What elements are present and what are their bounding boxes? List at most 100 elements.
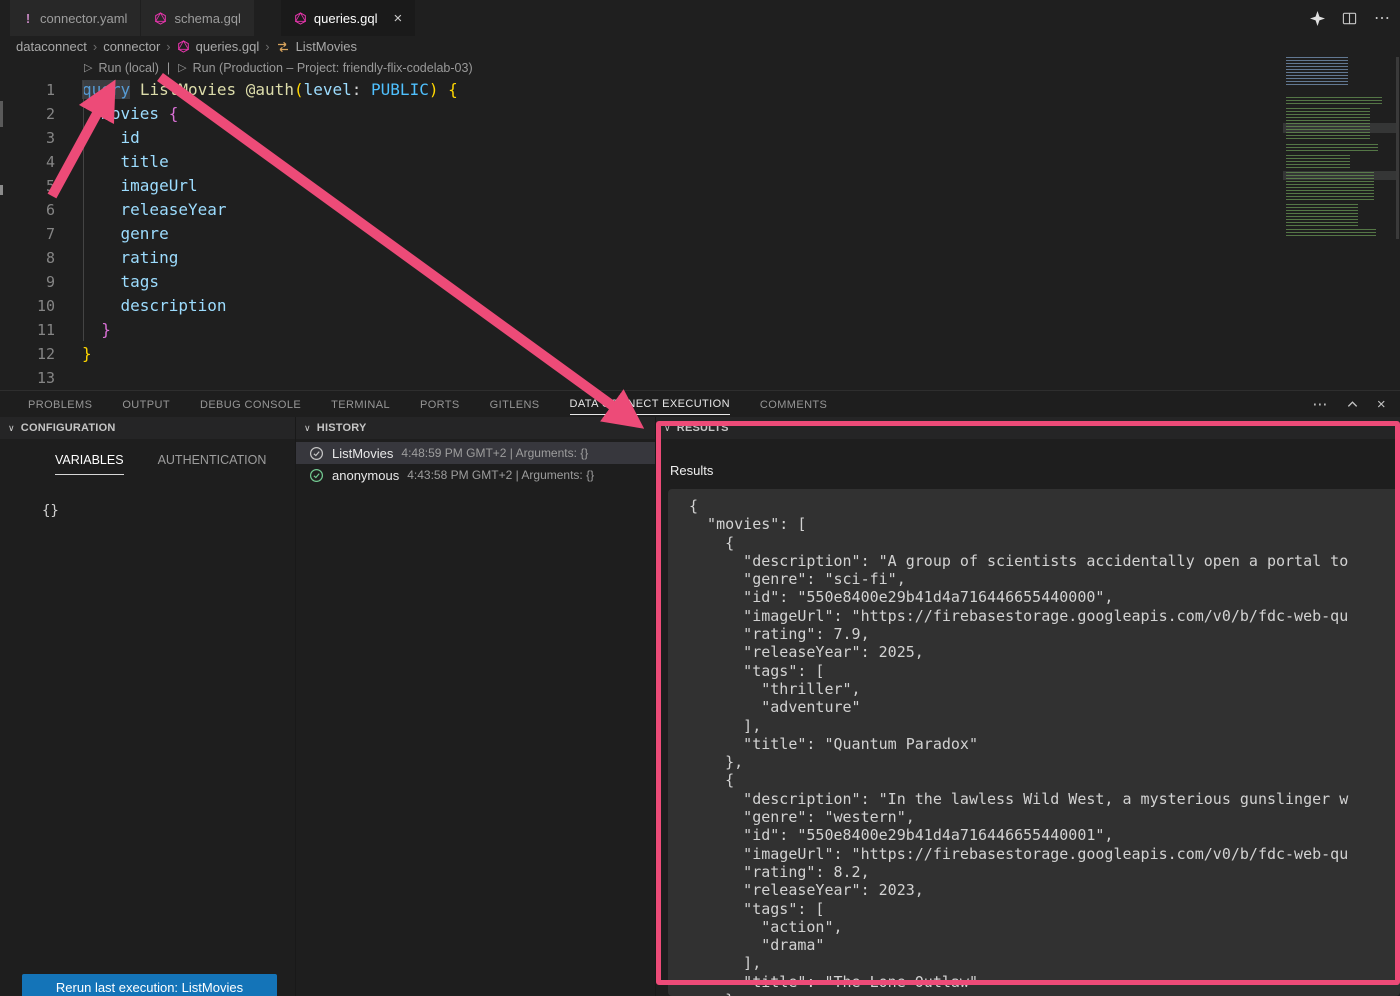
panel-tab-problems[interactable]: PROBLEMS — [28, 394, 92, 415]
editor-actions: ⋯ — [1310, 0, 1390, 36]
breadcrumb-separator: › — [93, 39, 97, 54]
tab-label: schema.gql — [174, 11, 240, 26]
line-number: 13 — [0, 366, 55, 390]
line-number: 8 — [0, 246, 55, 270]
results-json-block: { "movies": [ { "description": "A group … — [668, 489, 1400, 996]
code-line[interactable]: 2 movies { — [0, 102, 1400, 126]
codelens-separator: | — [167, 61, 170, 75]
line-number: 6 — [0, 198, 55, 222]
configuration-tabs: VARIABLES AUTHENTICATION — [0, 439, 295, 475]
code-editor[interactable]: 1query ListMovies @auth(level: PUBLIC) {… — [0, 78, 1400, 390]
panel-tab-data-connect-execution[interactable]: DATA CONNECT EXECUTION — [570, 393, 730, 415]
history-item-meta: 4:43:58 PM GMT+2 | Arguments: {} — [407, 468, 594, 482]
history-list: ListMovies4:48:59 PM GMT+2 | Arguments: … — [296, 442, 655, 486]
code-line[interactable]: 4 title — [0, 150, 1400, 174]
chevron-down-icon: ∨ — [8, 423, 15, 434]
code-line[interactable]: 6 releaseYear — [0, 198, 1400, 222]
editor-edge-mark — [0, 101, 3, 127]
line-number: 10 — [0, 294, 55, 318]
code-line[interactable]: 13 — [0, 366, 1400, 390]
breadcrumb-item-dataconnect[interactable]: dataconnect — [16, 39, 87, 54]
variables-value[interactable]: {} — [42, 503, 295, 519]
tab-variables[interactable]: VARIABLES — [55, 453, 124, 475]
sparkle-icon[interactable] — [1310, 11, 1325, 26]
minimap[interactable] — [1283, 57, 1400, 239]
minimap-scrollbar[interactable] — [1396, 57, 1399, 239]
panel-tab-gitlens[interactable]: GITLENS — [490, 394, 540, 415]
results-label: Results — [670, 463, 1400, 478]
breadcrumb-separator: › — [265, 39, 269, 54]
line-number: 3 — [0, 126, 55, 150]
history-item[interactable]: anonymous 4:43:58 PM GMT+2 | Arguments: {… — [296, 464, 655, 486]
panel-tab-ports[interactable]: PORTS — [420, 394, 460, 415]
chevron-down-icon: ∨ — [304, 423, 311, 434]
tab-schema-gql[interactable]: schema.gql — [141, 0, 253, 36]
close-panel-icon[interactable]: × — [1377, 396, 1386, 413]
panel-tab-comments[interactable]: COMMENTS — [760, 394, 827, 415]
graphql-file-icon — [154, 12, 167, 25]
play-icon: ▷ — [84, 61, 92, 74]
results-header[interactable]: ∨ RESULTS — [656, 417, 1400, 439]
code-line[interactable]: 12} — [0, 342, 1400, 366]
run-production-link[interactable]: Run (Production – Project: friendly-flix… — [193, 61, 473, 75]
operation-icon — [276, 41, 290, 53]
codelens: ▷ Run (local) | ▷ Run (Production – Proj… — [0, 57, 1400, 78]
line-number: 4 — [0, 150, 55, 174]
bottom-panel: PROBLEMS OUTPUT DEBUG CONSOLE TERMINAL P… — [0, 390, 1400, 995]
line-number: 1 — [0, 78, 55, 102]
code-line[interactable]: 5 imageUrl — [0, 174, 1400, 198]
tab-label: connector.yaml — [40, 11, 127, 26]
run-local-link[interactable]: Run (local) — [98, 61, 158, 75]
history-header[interactable]: ∨ HISTORY — [296, 417, 655, 439]
code-line[interactable]: 7 genre — [0, 222, 1400, 246]
line-number: 7 — [0, 222, 55, 246]
results-json: { "movies": [ { "description": "A group … — [668, 489, 1400, 996]
tab-queries-gql[interactable]: queries.gql × — [281, 0, 415, 36]
results-section: ∨ RESULTS Results { "movies": [ { "descr… — [656, 417, 1400, 996]
close-tab-icon[interactable]: × — [394, 11, 403, 26]
panel-tab-debug-console[interactable]: DEBUG CONSOLE — [200, 394, 301, 415]
code-line[interactable]: 10 description — [0, 294, 1400, 318]
code-line[interactable]: 1query ListMovies @auth(level: PUBLIC) { — [0, 78, 1400, 102]
tab-connector-yaml[interactable]: ! connector.yaml — [10, 0, 140, 36]
panel-tab-output[interactable]: OUTPUT — [122, 394, 170, 415]
breadcrumb-item-queries-gql[interactable]: queries.gql — [196, 39, 260, 54]
code-line[interactable]: 11 } — [0, 318, 1400, 342]
configuration-header[interactable]: ∨ CONFIGURATION — [0, 417, 295, 439]
configuration-title: CONFIGURATION — [21, 422, 116, 434]
panel-tab-bar: PROBLEMS OUTPUT DEBUG CONSOLE TERMINAL P… — [0, 391, 1400, 417]
line-number: 2 — [0, 102, 55, 126]
breadcrumb-separator: › — [166, 39, 170, 54]
line-number: 11 — [0, 318, 55, 342]
check-circle-icon — [309, 468, 324, 483]
tab-authentication[interactable]: AUTHENTICATION — [158, 453, 267, 475]
code-area: 1query ListMovies @auth(level: PUBLIC) {… — [0, 78, 1400, 390]
line-number: 12 — [0, 342, 55, 366]
code-line[interactable]: 9 tags — [0, 270, 1400, 294]
more-actions-icon[interactable]: ⋯ — [1312, 395, 1327, 413]
check-circle-icon — [309, 446, 324, 461]
graphql-file-icon — [294, 12, 307, 25]
panel-tab-terminal[interactable]: TERMINAL — [331, 394, 390, 415]
history-title: HISTORY — [317, 422, 367, 434]
breadcrumb-item-connector[interactable]: connector — [103, 39, 160, 54]
editor-edge-mark — [0, 185, 3, 195]
rerun-last-execution-button[interactable]: Rerun last execution: ListMovies — [22, 974, 277, 996]
split-editor-icon[interactable] — [1342, 11, 1357, 26]
configuration-section: ∨ CONFIGURATION VARIABLES AUTHENTICATION… — [0, 417, 296, 996]
history-item[interactable]: ListMovies4:48:59 PM GMT+2 | Arguments: … — [296, 442, 655, 464]
code-line[interactable]: 8 rating — [0, 246, 1400, 270]
code-line[interactable]: 3 id — [0, 126, 1400, 150]
history-item-name: anonymous — [332, 468, 399, 483]
line-number: 9 — [0, 270, 55, 294]
maximize-panel-icon[interactable] — [1346, 398, 1359, 411]
yaml-file-icon: ! — [23, 11, 33, 26]
play-icon: ▷ — [178, 61, 186, 74]
more-actions-icon[interactable]: ⋯ — [1374, 8, 1390, 28]
indent-guide — [83, 81, 84, 341]
editor-tab-bar: ! connector.yaml schema.gql queries.gql … — [0, 0, 1400, 36]
breadcrumb-item-listmovies[interactable]: ListMovies — [296, 39, 357, 54]
graphql-file-icon — [177, 40, 190, 53]
breadcrumb: dataconnect › connector › queries.gql › … — [0, 36, 1400, 57]
chevron-down-icon: ∨ — [664, 423, 671, 434]
